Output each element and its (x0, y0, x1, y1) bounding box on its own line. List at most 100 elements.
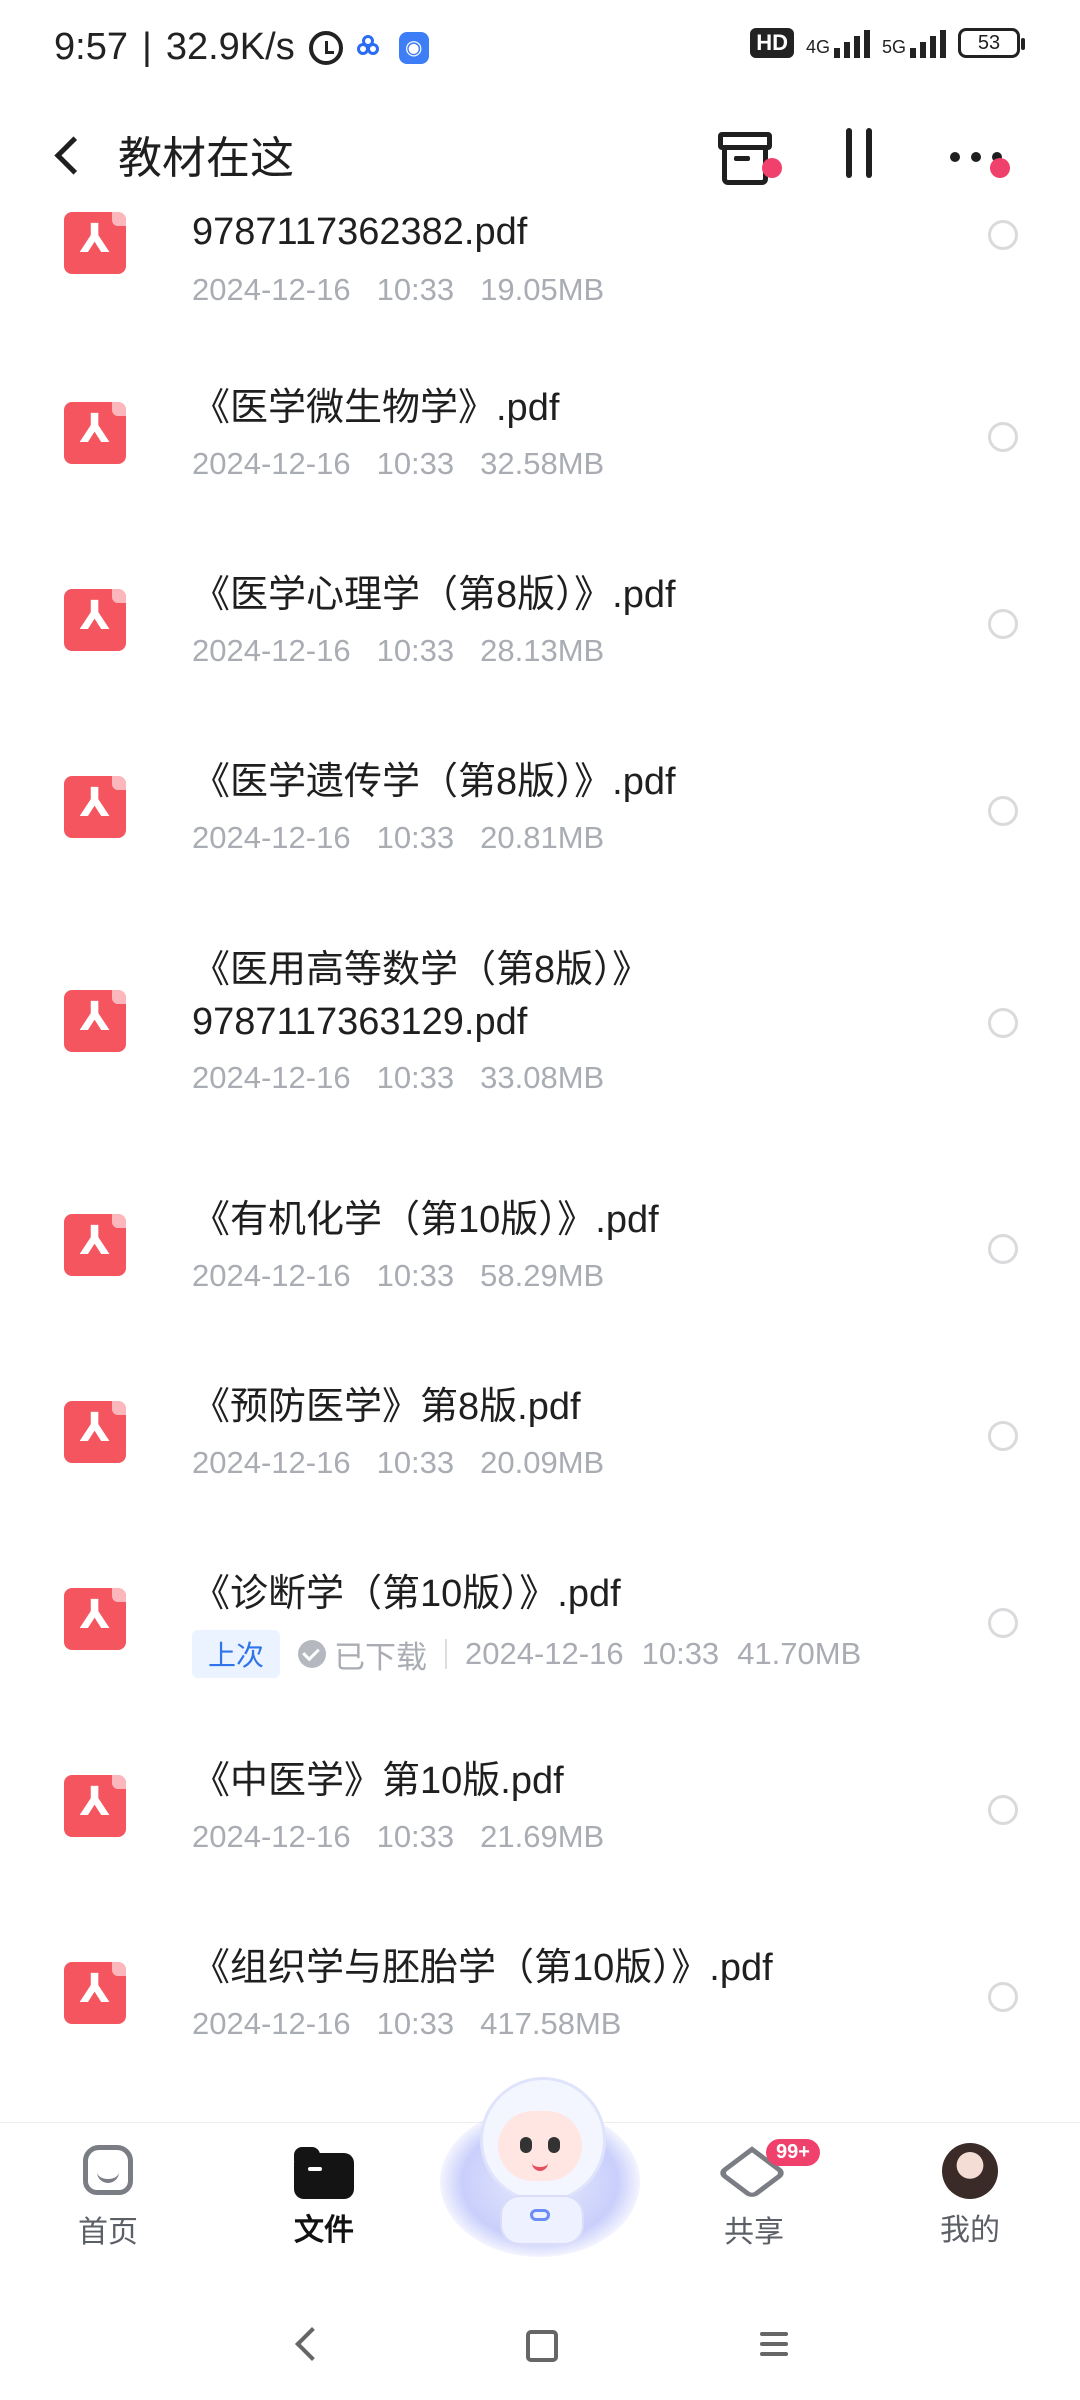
file-date: 2024-12-16 (192, 1819, 351, 1854)
tab-label: 共享 (724, 2216, 784, 2249)
file-name: 《组织学与胚胎学（第10版）》.pdf (192, 1947, 773, 1989)
net-speed: 32.9K/s (165, 26, 295, 68)
file-time: 10:33 (376, 272, 455, 307)
file-size: 21.69MB (480, 1819, 605, 1854)
transfer-box-button[interactable] (704, 118, 780, 194)
file-time: 10:33 (376, 1819, 455, 1854)
signal-bars-icon (910, 28, 946, 58)
file-time: 10:33 (641, 1636, 720, 1671)
file-meta: 2024-12-16 10:33 28.13MB (192, 633, 604, 669)
tab-share[interactable]: 99+ 共享 (684, 2139, 824, 2251)
page-title: 教材在这 (118, 134, 294, 183)
signal-bars-icon (833, 28, 870, 58)
file-size: 33.08MB (480, 1060, 605, 1095)
status-divider: | (141, 26, 152, 68)
file-name: 《医学心理学（第8版）》.pdf (192, 574, 676, 616)
back-button[interactable] (44, 124, 104, 184)
file-time: 10:33 (376, 633, 455, 668)
select-radio[interactable] (988, 422, 1018, 452)
file-time: 10:33 (376, 1060, 455, 1095)
select-radio[interactable] (988, 609, 1018, 639)
file-meta: 上次 已下载 2024-12-16 10:33 41.70MB (192, 1630, 861, 1678)
select-radio[interactable] (988, 1608, 1018, 1638)
sort-button[interactable] (820, 118, 896, 194)
file-name: 《预防医学》第8版.pdf (192, 1386, 581, 1428)
check-icon (298, 1640, 327, 1668)
status-right: HD 4G 5G 53 (750, 28, 1025, 58)
select-radio[interactable] (988, 796, 1018, 826)
select-radio[interactable] (988, 1234, 1018, 1264)
sort-icon (846, 128, 852, 178)
pdf-file-icon: ⅄ (64, 212, 126, 274)
share-badge: 99+ (766, 2139, 820, 2166)
select-radio[interactable] (988, 220, 1018, 250)
file-size: 32.58MB (480, 446, 605, 481)
tab-mine[interactable]: 我的 (900, 2143, 1040, 2249)
system-nav-bar (0, 2302, 1080, 2400)
select-radio[interactable] (988, 1795, 1018, 1825)
hd-icon: HD (750, 28, 794, 58)
file-meta: 2024-12-16 10:33 32.58MB (192, 446, 604, 482)
tab-files[interactable]: 文件 (254, 2143, 394, 2249)
file-name: 《诊断学（第10版）》.pdf (192, 1573, 621, 1615)
more-button[interactable] (938, 118, 1014, 194)
nav-back-icon[interactable] (295, 2327, 329, 2361)
file-date: 2024-12-16 (192, 1060, 351, 1095)
file-date: 2024-12-16 (192, 446, 351, 481)
pdf-file-icon: ⅄ (64, 1588, 126, 1650)
file-size: 19.05MB (480, 272, 605, 307)
assistant-mascot-button[interactable] (440, 2067, 640, 2267)
notification-dot (762, 158, 782, 178)
pdf-file-icon: ⅄ (64, 1401, 126, 1463)
pdf-file-icon: ⅄ (64, 1962, 126, 2024)
nav-home-icon[interactable] (526, 2330, 558, 2362)
alarm-icon (308, 30, 343, 65)
bottom-tab-bar: 首页 文件 99+ 共享 我的 (0, 2077, 1080, 2303)
file-date: 2024-12-16 (192, 633, 351, 668)
file-meta: 2024-12-16 10:33 33.08MB (192, 1060, 604, 1096)
file-name: 《医学微生物学》.pdf (192, 387, 560, 429)
pdf-file-icon: ⅄ (64, 402, 126, 464)
pdf-file-icon: ⅄ (64, 1214, 126, 1276)
status-time: 9:57 (54, 26, 128, 68)
file-meta: 2024-12-16 10:33 21.69MB (192, 1819, 604, 1855)
file-date: 2024-12-16 (465, 1636, 624, 1671)
signal-4g: 4G (806, 28, 870, 58)
battery-icon: 53 (958, 28, 1025, 58)
file-name: 《医学遗传学（第8版）》.pdf (192, 761, 676, 803)
select-radio[interactable] (988, 1421, 1018, 1451)
file-meta: 2024-12-16 10:33 417.58MB (192, 2006, 621, 2042)
select-radio[interactable] (988, 1008, 1018, 1038)
avatar (942, 2143, 998, 2199)
file-date: 2024-12-16 (192, 820, 351, 855)
file-size: 41.70MB (737, 1636, 862, 1671)
file-name: 《有机化学（第10版）》.pdf (192, 1199, 659, 1241)
tab-home[interactable]: 首页 (38, 2143, 178, 2251)
title-bar: 教材在这 (0, 100, 1080, 210)
shield-icon: ◉ (398, 31, 429, 64)
net-label-5g: 5G (881, 37, 906, 57)
home-icon (79, 2143, 137, 2201)
folder-icon (294, 2147, 354, 2199)
pdf-file-icon: ⅄ (64, 776, 126, 838)
cloud-icon (356, 34, 385, 57)
file-name: 9787117362382.pdf (192, 211, 528, 253)
file-meta: 2024-12-16 10:33 20.09MB (192, 1445, 604, 1481)
file-time: 10:33 (376, 820, 455, 855)
pdf-file-icon: ⅄ (64, 1775, 126, 1837)
pdf-file-icon: ⅄ (64, 589, 126, 651)
download-status-label: 已下载 (334, 1639, 428, 1675)
nav-menu-icon[interactable] (760, 2332, 788, 2362)
tab-label: 我的 (940, 2214, 1000, 2247)
pdf-file-icon: ⅄ (64, 990, 126, 1052)
notification-dot (990, 158, 1010, 178)
select-radio[interactable] (988, 1982, 1018, 2012)
file-meta: 2024-12-16 10:33 58.29MB (192, 1258, 604, 1294)
file-date: 2024-12-16 (192, 1258, 351, 1293)
file-time: 10:33 (376, 1445, 455, 1480)
tab-label: 文件 (294, 2214, 354, 2247)
more-icon (950, 152, 960, 162)
last-opened-tag: 上次 (192, 1630, 281, 1678)
file-meta: 2024-12-16 10:33 19.05MB (192, 272, 604, 308)
file-meta: 2024-12-16 10:33 20.81MB (192, 820, 604, 856)
